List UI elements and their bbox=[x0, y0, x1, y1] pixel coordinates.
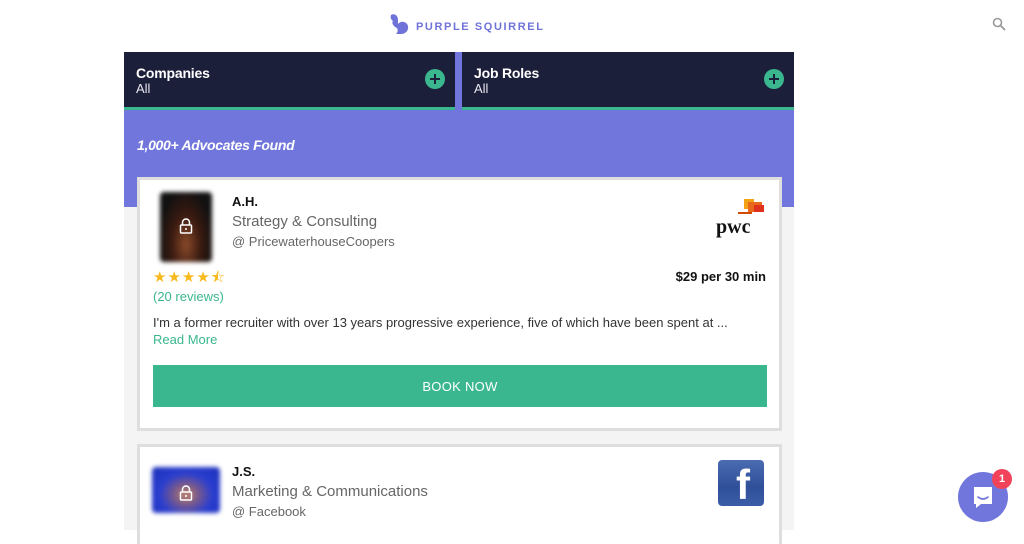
advocate-card[interactable]: J.S. Marketing & Communications @ Facebo… bbox=[137, 444, 782, 544]
results-panel: Companies All Job Roles All 1,000+ Advoc… bbox=[124, 52, 794, 544]
filter-companies[interactable]: Companies All bbox=[124, 52, 455, 110]
squirrel-logo-icon bbox=[390, 14, 409, 34]
advocate-card[interactable]: A.H. Strategy & Consulting @ Pricewaterh… bbox=[137, 177, 782, 431]
advocate-name: J.S. bbox=[232, 464, 256, 479]
chat-bubble-icon bbox=[974, 487, 992, 508]
facebook-glyph: f bbox=[736, 461, 750, 508]
advocate-bio: I'm a former recruiter with over 13 year… bbox=[153, 315, 728, 330]
advocate-role: Strategy & Consulting bbox=[232, 213, 378, 230]
price: $29 per 30 min bbox=[675, 269, 766, 284]
advocate-name: A.H. bbox=[232, 194, 258, 209]
lock-icon bbox=[179, 485, 193, 501]
plus-circle-icon[interactable] bbox=[425, 69, 445, 89]
advocate-company: @ PricewaterhouseCoopers bbox=[232, 234, 395, 249]
plus-circle-icon[interactable] bbox=[764, 69, 784, 89]
reviews-link[interactable]: (20 reviews) bbox=[153, 289, 224, 304]
filter-value: All bbox=[474, 81, 489, 96]
advocate-company: @ Facebook bbox=[232, 504, 306, 519]
read-more-link[interactable]: Read More bbox=[153, 332, 217, 347]
brand-logo[interactable]: PURPLE SQUIRREL bbox=[388, 12, 545, 36]
svg-text:pwc: pwc bbox=[716, 216, 751, 238]
advocate-role: Marketing & Communications bbox=[232, 483, 428, 500]
filter-divider bbox=[455, 52, 462, 110]
results-count: 1,000+ Advocates Found bbox=[137, 137, 295, 153]
top-header: PURPLE SQUIRREL bbox=[0, 0, 1024, 52]
facebook-logo: f bbox=[718, 460, 764, 508]
filter-title: Companies bbox=[136, 65, 210, 81]
search-icon[interactable] bbox=[992, 17, 1006, 31]
lock-icon bbox=[179, 218, 193, 234]
filter-value: All bbox=[136, 81, 151, 96]
filter-job-roles[interactable]: Job Roles All bbox=[462, 52, 794, 110]
filter-title: Job Roles bbox=[474, 65, 540, 81]
brand-name: PURPLE SQUIRREL bbox=[416, 20, 545, 33]
book-now-button[interactable]: BOOK NOW bbox=[153, 365, 767, 407]
pwc-logo: pwc bbox=[716, 199, 764, 238]
notification-badge: 1 bbox=[992, 469, 1012, 489]
